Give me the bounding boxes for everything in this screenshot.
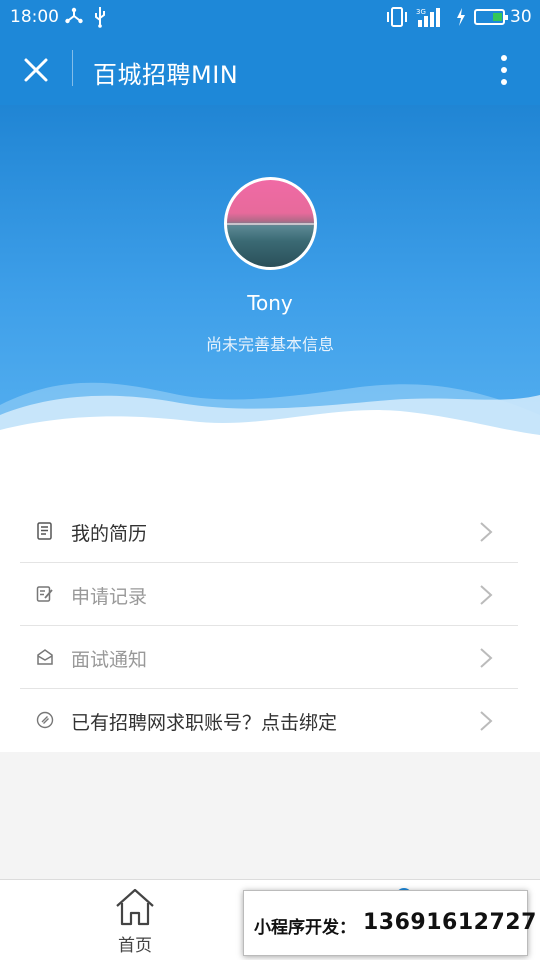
promo-label: 小程序开发： [254,918,356,938]
menu-item-label: 我的简历 [71,523,148,545]
chevron-right-icon [480,711,493,731]
tab-home-label: 首页 [118,936,152,956]
avatar[interactable] [224,177,317,270]
menu-item-bind-account[interactable]: 已有招聘网求职账号？点击绑定 [20,689,518,752]
promo-phone: 13691612727 [363,910,537,935]
usb-icon [93,6,107,33]
status-bar: 18:00 3G 30 [0,0,540,34]
wave-decoration [0,382,540,450]
more-options-button[interactable] [490,50,518,90]
menu-item-label: 申请记录 [71,586,148,608]
mail-icon [37,649,53,665]
profile-menu: 我的简历 申请记录 面试通知 已有招聘网求职账号？点击绑定 [0,450,540,752]
tab-home[interactable]: 首页 [95,880,175,960]
vibrate-icon [386,6,408,33]
profile-username: Tony [247,291,293,315]
close-button[interactable] [18,52,54,88]
menu-item-resume[interactable]: 我的简历 [20,500,518,563]
title-divider [72,50,73,86]
chevron-right-icon [480,648,493,668]
share-icon [64,6,84,31]
page-title: 百城招聘MIN [93,61,239,89]
battery-icon [474,9,508,25]
signal-icon: 3G [416,6,446,33]
promo-banner[interactable]: 小程序开发： 13691612727 [243,890,536,956]
profile-status-text[interactable]: 尚未完善基本信息 [0,331,540,355]
chevron-right-icon [480,522,493,542]
network-type: 3G [416,8,426,16]
home-icon [116,888,154,926]
more-vertical-icon [501,55,507,85]
profile-header: Tony 尚未完善基本信息 [0,105,540,450]
menu-item-interviews[interactable]: 面试通知 [20,626,518,689]
battery-level: 30 [510,7,532,27]
menu-item-label: 已有招聘网求职账号？点击绑定 [71,712,338,734]
resume-icon [37,522,52,540]
chevron-right-icon [480,585,493,605]
charging-icon [455,6,467,33]
menu-item-label: 面试通知 [71,649,148,671]
title-bar: 百城招聘MIN [0,34,540,105]
app-header: 18:00 3G 30 百城招聘MIN [0,0,540,105]
status-time: 18:00 [10,7,59,27]
menu-item-applications[interactable]: 申请记录 [20,563,518,626]
link-icon [36,711,54,729]
close-icon [24,58,48,82]
edit-icon [36,586,53,602]
